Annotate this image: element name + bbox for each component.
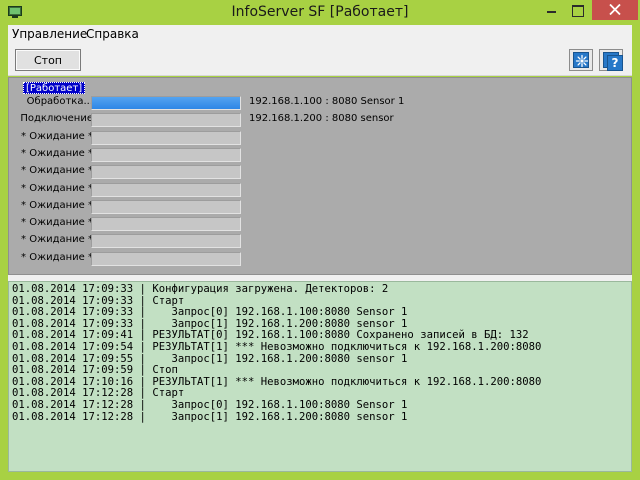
detector-address: 192.168.1.100 : 8080 Sensor 1: [249, 96, 405, 107]
menu-help[interactable]: Справка: [86, 27, 139, 41]
log-line: 01.08.2014 17:09:33 | Конфигурация загру…: [12, 283, 389, 295]
detector-row: * Ожидание *: [9, 250, 633, 267]
detector-status-label: Подключение: [20, 113, 93, 125]
detector-status-label: * Ожидание *: [21, 251, 93, 263]
help-button[interactable]: ?: [599, 49, 623, 71]
help-icon: ?: [603, 52, 623, 71]
detector-progress-bar: [91, 182, 241, 197]
detector-status-label: * Ожидание *: [21, 165, 93, 177]
title-bar[interactable]: InfoServer SF [Работает]: [0, 0, 640, 25]
detector-status-label: * Ожидание *: [21, 147, 93, 159]
close-icon: [609, 4, 621, 15]
log-line: 01.08.2014 17:09:59 | Стоп: [12, 364, 178, 377]
detector-progress-bar: [91, 96, 241, 110]
minimize-button[interactable]: [538, 0, 564, 20]
settings-icon: [573, 52, 589, 68]
detector-progress-bar: [91, 113, 241, 128]
detector-row: * Ожидание *: [9, 198, 633, 215]
close-button[interactable]: [592, 0, 638, 20]
log-panel[interactable]: 01.08.2014 17:09:33 | Конфигурация загру…: [8, 281, 632, 472]
detector-row: * Ожидание *: [9, 215, 633, 232]
menu-control[interactable]: Управление: [12, 27, 87, 41]
app-window: InfoServer SF [Работает] Управление Спра…: [0, 0, 640, 480]
maximize-button[interactable]: [564, 0, 590, 20]
log-line: 01.08.2014 17:12:28 | Запрос[1] 192.168.…: [12, 410, 408, 423]
detector-progress-bar: [91, 217, 241, 232]
detector-row: * Ожидание *: [9, 146, 633, 163]
settings-button[interactable]: [569, 49, 593, 71]
toolbar: Стоп ?: [8, 44, 632, 76]
detector-status-label: * Ожидание *: [21, 182, 93, 194]
detector-status-label: * Ожидание *: [21, 130, 93, 142]
detector-status-label: * Ожидание *: [21, 199, 93, 211]
detector-status-label: * Ожидание *: [21, 234, 93, 246]
detector-progress-bar: [91, 234, 241, 249]
help-glyph: ?: [607, 55, 623, 71]
menu-bar: Управление Справка: [8, 25, 632, 44]
detector-progress-bar: [91, 199, 241, 214]
detector-status-label: * Ожидание *: [21, 217, 93, 229]
detector-row: * Ожидание *: [9, 129, 633, 146]
detector-row: * Ожидание *: [9, 181, 633, 198]
log-line: 01.08.2014 17:12:28 | Запрос[0] 192.168.…: [12, 398, 408, 411]
detector-progress-bar: [91, 165, 241, 180]
status-panel: [Работает] Обработка... 192.168.1.100 : 8…: [8, 77, 632, 275]
stop-button[interactable]: Стоп: [15, 49, 81, 71]
detector-status-label: Обработка...: [26, 96, 93, 107]
detector-row: Обработка... 192.168.1.100 : 8080 Sensor …: [9, 94, 633, 111]
progress-fill: [92, 97, 240, 109]
detector-progress-bar: [91, 251, 241, 266]
detector-progress-bar: [91, 147, 241, 162]
state-label: [Работает]: [23, 82, 86, 94]
detector-row: Подключение 192.168.1.200 : 8080 sensor: [9, 111, 633, 128]
detector-row: * Ожидание *: [9, 232, 633, 249]
detector-address: 192.168.1.200 : 8080 sensor: [249, 113, 394, 125]
log-line: 01.08.2014 17:09:54 | РЕЗУЛЬТАТ[1] *** Н…: [12, 340, 542, 353]
detector-row: * Ожидание *: [9, 163, 633, 180]
detector-progress-bar: [91, 130, 241, 145]
